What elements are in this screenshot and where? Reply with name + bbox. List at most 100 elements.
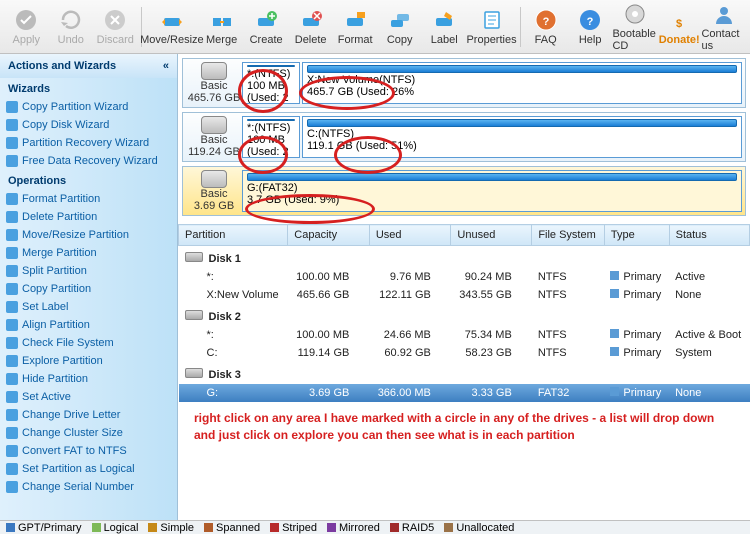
disk-info: Basic3.69 GB (186, 170, 242, 212)
table-row[interactable]: G:3.69 GB366.00 MB3.33 GBFAT32PrimaryNon… (179, 384, 750, 402)
toolbar-contact-button[interactable]: Contact us (701, 2, 746, 52)
properties-icon (480, 8, 504, 32)
sidebar-item[interactable]: Delete Partition (0, 208, 177, 226)
instruction-text: right click on any area I have marked wi… (178, 402, 750, 452)
sidebar-item[interactable]: Explore Partition (0, 352, 177, 370)
cell: 3.33 GB (451, 384, 532, 402)
sidebar-item[interactable]: Hide Partition (0, 370, 177, 388)
cell: 119.14 GB (288, 344, 370, 362)
sidebar: Actions and Wizards « WizardsCopy Partit… (0, 54, 178, 520)
cell: 343.55 GB (451, 286, 532, 304)
sidebar-item[interactable]: Copy Partition Wizard (0, 98, 177, 116)
cell: NTFS (532, 268, 605, 286)
sidebar-item[interactable]: Move/Resize Partition (0, 226, 177, 244)
sidebar-item[interactable]: Set Label (0, 298, 177, 316)
content: Basic465.76 GB*:(NTFS)100 MB (Used: 2X:N… (178, 54, 750, 520)
side-group-wizards: Wizards (0, 78, 177, 98)
disk-block[interactable]: Basic119.24 GB*:(NTFS)100 MB (Used: 2C:(… (182, 112, 746, 162)
toolbar-format-button[interactable]: Format (333, 2, 378, 52)
toolbar: ApplyUndoDiscardMove/ResizeMergeCreateDe… (0, 0, 750, 54)
format-icon (343, 8, 367, 32)
cell: 100.00 MB (288, 268, 370, 286)
toolbar-properties-button[interactable]: Properties (466, 2, 516, 52)
partition-block[interactable]: *:(NTFS)100 MB (Used: 2 (242, 62, 300, 104)
toolbar-discard-button[interactable]: Discard (93, 2, 138, 52)
column-header[interactable]: Type (604, 225, 669, 246)
column-header[interactable]: File System (532, 225, 605, 246)
disk-block[interactable]: Basic3.69 GBG:(FAT32)3.7 GB (Used: 9%) (182, 166, 746, 216)
disk-icon (201, 170, 227, 188)
legend: GPT/PrimaryLogicalSimpleSpannedStripedMi… (0, 520, 750, 534)
table-row[interactable]: *:100.00 MB24.66 MB75.34 MBNTFSPrimaryAc… (179, 326, 750, 344)
bootcd-icon (623, 2, 647, 26)
legend-item: Spanned (204, 522, 260, 534)
sidebar-item[interactable]: Convert FAT to NTFS (0, 442, 177, 460)
cell: *: (179, 268, 288, 286)
toolbar-bootcd-button[interactable]: Bootable CD (612, 2, 657, 52)
cell: Primary (604, 384, 669, 402)
sidebar-item[interactable]: Align Partition (0, 316, 177, 334)
sidebar-item[interactable]: Partition Recovery Wizard (0, 134, 177, 152)
sidebar-item[interactable]: Change Serial Number (0, 478, 177, 496)
create-icon (254, 8, 278, 32)
cell: Primary (604, 326, 669, 344)
partition-block[interactable]: G:(FAT32)3.7 GB (Used: 9%) (242, 170, 742, 212)
side-group-operations: Operations (0, 170, 177, 190)
moveresize-icon (160, 8, 184, 32)
partition-block[interactable]: C:(NTFS)119.1 GB (Used: 51%) (302, 116, 742, 158)
sidebar-item[interactable]: Copy Partition (0, 280, 177, 298)
sidebar-item[interactable]: Check File System (0, 334, 177, 352)
label-icon (432, 8, 456, 32)
column-header[interactable]: Status (669, 225, 749, 246)
cell: 366.00 MB (369, 384, 451, 402)
cell: *: (179, 326, 288, 344)
svg-text:?: ? (542, 16, 549, 28)
toolbar-moveresize-button[interactable]: Move/Resize (144, 2, 199, 52)
cell: 75.34 MB (451, 326, 532, 344)
table-row[interactable]: X:New Volume465.66 GB122.11 GB343.55 GBN… (179, 286, 750, 304)
column-header[interactable]: Partition (179, 225, 288, 246)
toolbar-create-button[interactable]: Create (244, 2, 289, 52)
disk-map: Basic465.76 GB*:(NTFS)100 MB (Used: 2X:N… (178, 54, 750, 224)
sidebar-item[interactable]: Set Partition as Logical (0, 460, 177, 478)
sidebar-item[interactable]: Copy Disk Wizard (0, 116, 177, 134)
toolbar-copy-button[interactable]: Copy (377, 2, 422, 52)
toolbar-donate-button[interactable]: $Donate! (657, 2, 702, 52)
cell: NTFS (532, 286, 605, 304)
cell: FAT32 (532, 384, 605, 402)
disk-block[interactable]: Basic465.76 GB*:(NTFS)100 MB (Used: 2X:N… (182, 58, 746, 108)
toolbar-faq-button[interactable]: ?FAQ (523, 2, 568, 52)
sidebar-item[interactable]: Free Data Recovery Wizard (0, 152, 177, 170)
legend-item: Simple (148, 522, 194, 534)
column-header[interactable]: Used (369, 225, 451, 246)
cell: NTFS (532, 344, 605, 362)
column-header[interactable]: Unused (451, 225, 532, 246)
sidebar-item[interactable]: Format Partition (0, 190, 177, 208)
collapse-icon[interactable]: « (163, 60, 169, 72)
sidebar-item[interactable]: Merge Partition (0, 244, 177, 262)
cell: 90.24 MB (451, 268, 532, 286)
legend-item: Mirrored (327, 522, 380, 534)
cell: Active & Boot (669, 326, 749, 344)
toolbar-delete-button[interactable]: Delete (288, 2, 333, 52)
delete-icon (299, 8, 323, 32)
partition-table: PartitionCapacityUsedUnusedFile SystemTy… (178, 224, 750, 520)
column-header[interactable]: Capacity (288, 225, 370, 246)
contact-icon (712, 2, 736, 26)
disk-info: Basic465.76 GB (186, 62, 242, 104)
toolbar-label-button[interactable]: Label (422, 2, 467, 52)
cell: G: (179, 384, 288, 402)
partition-block[interactable]: X:New Volume(NTFS)465.7 GB (Used: 26% (302, 62, 742, 104)
table-row[interactable]: C:119.14 GB60.92 GB58.23 GBNTFSPrimarySy… (179, 344, 750, 362)
toolbar-help-button[interactable]: ?Help (568, 2, 613, 52)
toolbar-merge-button[interactable]: Merge (199, 2, 244, 52)
sidebar-item[interactable]: Change Drive Letter (0, 406, 177, 424)
toolbar-undo-button[interactable]: Undo (49, 2, 94, 52)
toolbar-apply-button[interactable]: Apply (4, 2, 49, 52)
apply-icon (14, 8, 38, 32)
partition-block[interactable]: *:(NTFS)100 MB (Used: 2 (242, 116, 300, 158)
sidebar-item[interactable]: Split Partition (0, 262, 177, 280)
sidebar-item[interactable]: Change Cluster Size (0, 424, 177, 442)
table-row[interactable]: *:100.00 MB9.76 MB90.24 MBNTFSPrimaryAct… (179, 268, 750, 286)
sidebar-item[interactable]: Set Active (0, 388, 177, 406)
